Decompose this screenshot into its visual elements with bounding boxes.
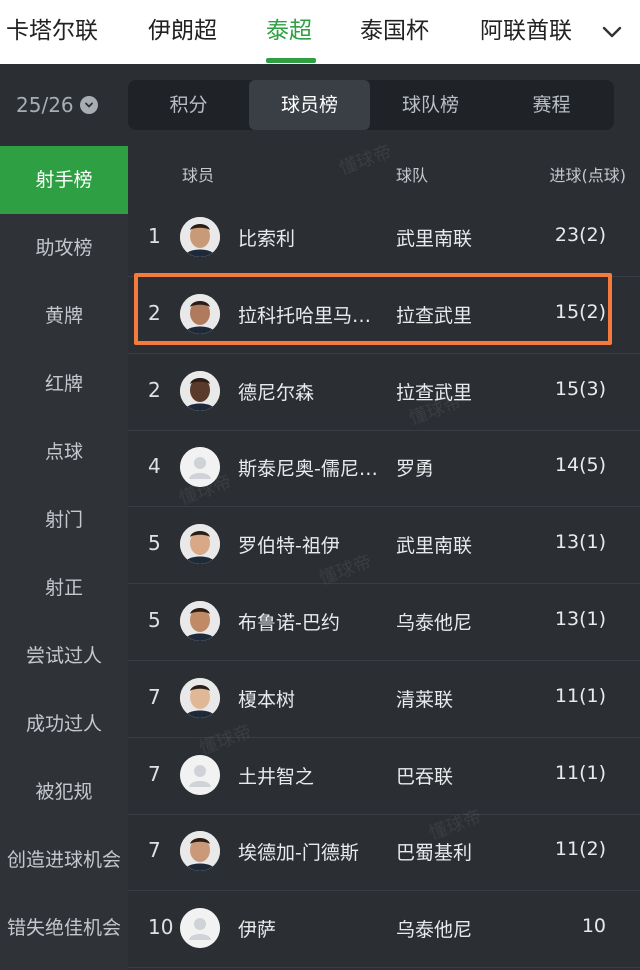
season-selector[interactable]: 25/26 [16, 88, 98, 122]
player-name[interactable]: 榎本树 [238, 685, 388, 712]
player-avatar [180, 677, 220, 718]
sidebar-item-dribbles-attempted[interactable]: 尝试过人 [0, 622, 128, 690]
player-avatar [180, 217, 220, 257]
goals-value: 11(1) [554, 761, 606, 784]
column-header-goals: 进球(点球) [549, 166, 627, 185]
team-name[interactable]: 清莱联 [396, 685, 453, 712]
goals-value: 15(2) [554, 300, 606, 323]
player-name[interactable]: 德尼尔森 [238, 378, 388, 405]
player-avatar [180, 831, 220, 872]
player-avatar [180, 293, 220, 334]
sidebar-item-shots[interactable]: 射门 [0, 486, 128, 554]
sidebar-item-yellow-cards[interactable]: 黄牌 [0, 282, 128, 350]
player-name[interactable]: 布鲁诺-巴约 [238, 608, 388, 635]
goals-value: 10 [581, 915, 606, 938]
sidebar-item-top-scorers[interactable]: 射手榜 [0, 146, 128, 214]
chevron-down-icon [79, 96, 98, 114]
table-row[interactable]: 7 榎本树 清莱联 11(1) [128, 661, 640, 738]
player-rank: 10 [148, 915, 174, 940]
table-row[interactable]: 5 布鲁诺-巴约 乌泰他尼 13(1) [128, 584, 640, 661]
tab-team-rankings[interactable]: 球队榜 [370, 80, 491, 130]
tab-player-rankings[interactable]: 球员榜 [249, 80, 370, 130]
player-rank: 4 [148, 454, 161, 479]
goals-value: 13(1) [554, 608, 606, 630]
player-rank: 5 [148, 531, 161, 556]
league-tab-thai-cup[interactable]: 泰国杯 [360, 0, 429, 64]
sidebar-item-assists[interactable]: 助攻榜 [0, 214, 128, 282]
goals-value: 23(2) [554, 224, 606, 246]
tab-standings[interactable]: 积分 [128, 80, 249, 130]
player-rank: 5 [148, 608, 161, 632]
player-avatar [180, 601, 220, 641]
team-name[interactable]: 乌泰他尼 [396, 608, 472, 635]
goals-value: 11(1) [554, 684, 606, 707]
league-tab-iran[interactable]: 伊朗超 [148, 0, 217, 64]
player-rank: 7 [148, 838, 161, 863]
table-row[interactable]: 2 德尼尔森 拉查武里 15(3) [128, 354, 640, 431]
league-tab-uae[interactable]: 阿联酋联 [480, 0, 572, 64]
chevron-down-icon[interactable] [600, 20, 624, 44]
player-rank: 2 [148, 300, 161, 325]
player-name[interactable]: 土井智之 [238, 762, 388, 789]
season-label: 25/26 [16, 93, 74, 117]
goals-value: 11(2) [554, 838, 606, 861]
player-name[interactable]: 伊萨 [238, 915, 388, 942]
player-name[interactable]: 比索利 [238, 224, 388, 251]
player-rank: 7 [148, 761, 161, 786]
table-row[interactable]: 5 罗伯特-祖伊 武里南联 13(1) [128, 507, 640, 585]
sidebar-item-penalties[interactable]: 点球 [0, 418, 128, 486]
category-sidebar: 射手榜 助攻榜 黄牌 红牌 点球 射门 射正 尝试过人 成功过人 被犯规 创造进… [0, 146, 128, 970]
player-rank: 2 [148, 377, 161, 402]
sidebar-item-red-cards[interactable]: 红牌 [0, 350, 128, 418]
team-name[interactable]: 乌泰他尼 [396, 915, 472, 942]
player-name[interactable]: 斯泰尼奥-儒尼… [238, 454, 388, 481]
tab-schedule[interactable]: 赛程 [491, 80, 612, 130]
sidebar-item-chances-created[interactable]: 创造进球机会 [0, 826, 128, 894]
team-name[interactable]: 武里南联 [396, 531, 472, 558]
stats-subtabs: 积分 球员榜 球队榜 赛程 [128, 80, 614, 130]
team-name[interactable]: 罗勇 [396, 454, 434, 481]
table-row[interactable]: 2 拉科托哈里马… 拉查武里 15(2) [128, 277, 640, 354]
player-name[interactable]: 拉科托哈里马… [238, 301, 388, 328]
column-header-player: 球员 [182, 166, 215, 185]
goals-value: 14(5) [554, 454, 606, 477]
player-name[interactable]: 埃德加-门德斯 [238, 838, 388, 865]
team-name[interactable]: 武里南联 [396, 224, 472, 251]
player-rank: 7 [148, 684, 161, 709]
team-name[interactable]: 巴吞联 [396, 762, 453, 789]
active-league-underline [266, 58, 316, 63]
sidebar-item-dribbles-successful[interactable]: 成功过人 [0, 690, 128, 758]
league-tab-bar: 卡塔尔联 伊朗超 泰超 泰国杯 阿联酋联 [0, 0, 640, 64]
avatar-placeholder-icon [180, 754, 220, 795]
avatar-placeholder-icon [180, 908, 220, 949]
league-tab-qatar[interactable]: 卡塔尔联 [6, 0, 98, 64]
goals-value: 15(3) [554, 377, 606, 400]
table-row[interactable]: 10 伊萨 乌泰他尼 10 [128, 891, 640, 969]
player-avatar [180, 524, 220, 565]
sidebar-item-big-chances-missed[interactable]: 错失绝佳机会 [0, 894, 128, 962]
player-avatar [180, 370, 220, 411]
table-row[interactable]: 1 比索利 武里南联 23(2) [128, 200, 640, 277]
goals-value: 13(1) [554, 531, 606, 554]
column-header-team: 球队 [396, 166, 429, 185]
sidebar-item-fouled[interactable]: 被犯规 [0, 758, 128, 826]
sidebar-item-shots-on-target[interactable]: 射正 [0, 554, 128, 622]
league-tab-thai[interactable]: 泰超 [266, 0, 312, 64]
team-name[interactable]: 拉查武里 [396, 301, 472, 328]
table-row[interactable]: 7 埃德加-门德斯 巴蜀基利 11(2) [128, 814, 640, 892]
scorers-table: 球员 球队 进球(点球) 1 比索利 武里南联 23(2) 2 拉科托哈里马… 拉查武里 15… [128, 141, 640, 970]
player-rank: 1 [148, 224, 161, 248]
